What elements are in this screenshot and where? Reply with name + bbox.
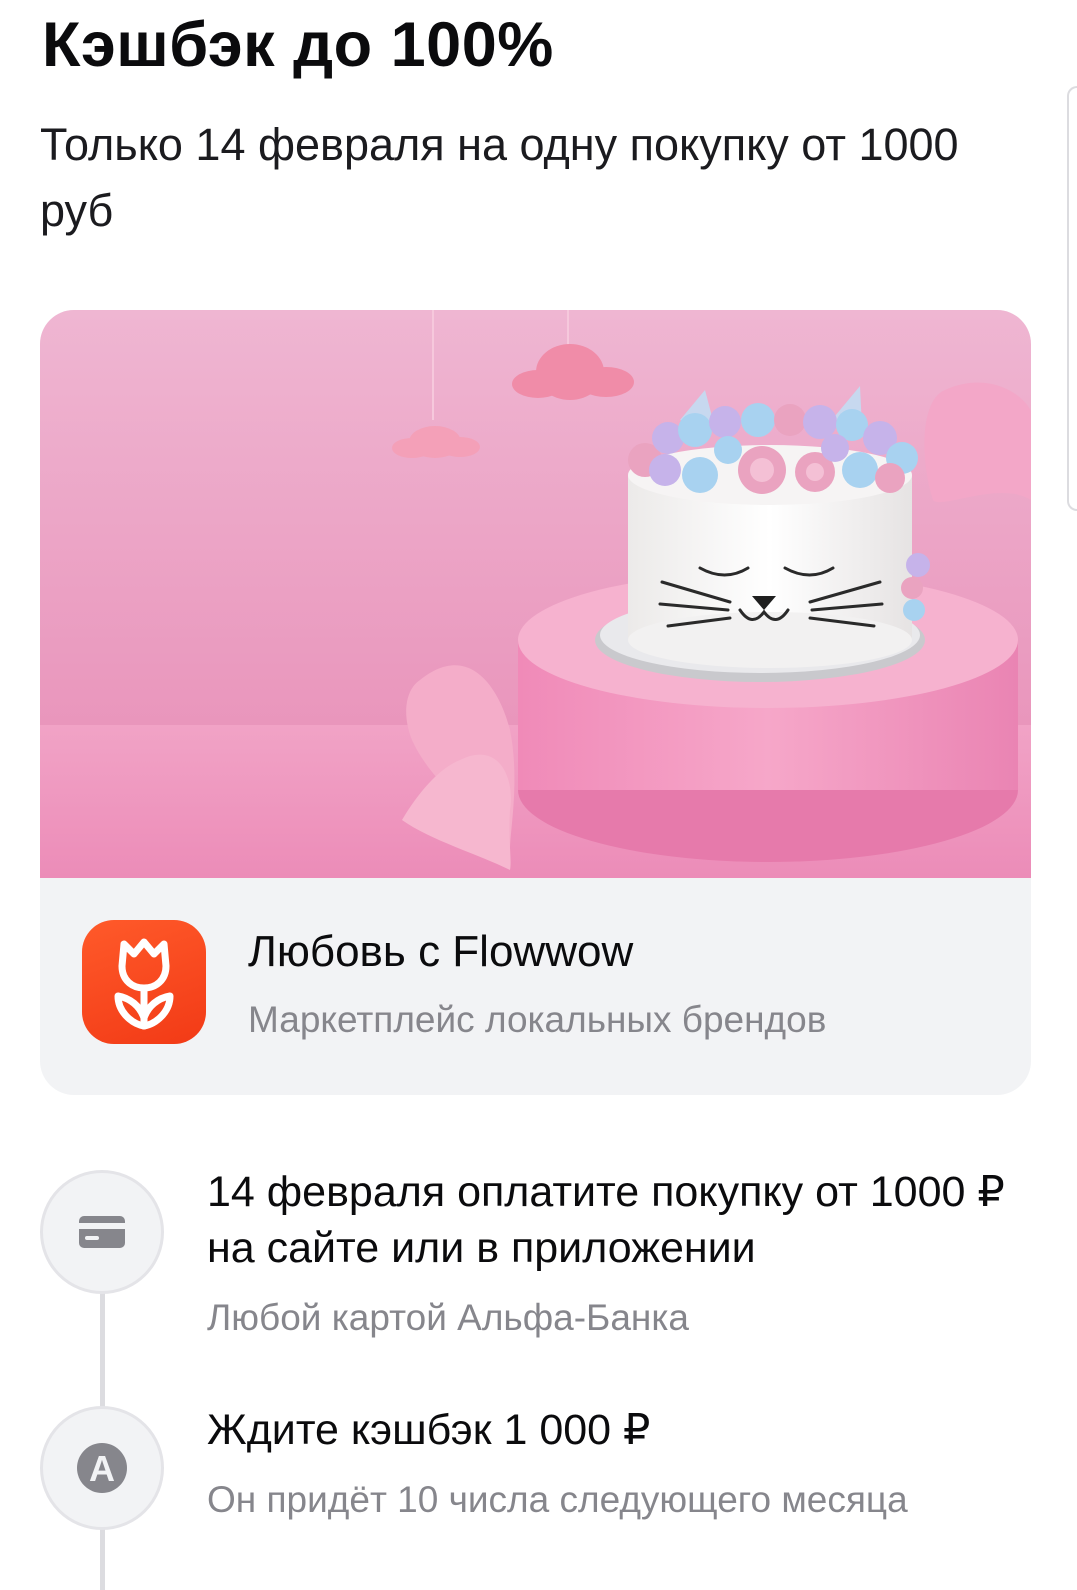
step-1-description: Любой картой Альфа-Банка <box>207 1297 689 1338</box>
promo-banner-image <box>40 310 1031 878</box>
page-subtitle: Только 14 февраля на одну покупку от 100… <box>40 119 959 236</box>
step-1-title: 14 февраля оплатите покупку от 1000 ₽ на… <box>207 1168 1005 1272</box>
merchant-description: Маркетплейс локальных брендов <box>248 999 827 1040</box>
cat-cake-illustration <box>40 310 1031 878</box>
card-icon <box>79 1216 125 1248</box>
alfa-letter-icon: А <box>77 1443 127 1493</box>
merchant-app-icon <box>82 920 206 1044</box>
promo-card[interactable]: Любовь с Flowwow Маркетплейс локальных б… <box>40 310 1031 1095</box>
merchant-info[interactable]: Любовь с Flowwow Маркетплейс локальных б… <box>40 878 1031 1095</box>
alfa-letter: А <box>89 1448 115 1489</box>
step-2-title: Ждите кэшбэк 1 000 ₽ <box>207 1406 651 1454</box>
step-2-description: Он придёт 10 числа следующего месяца <box>207 1479 908 1520</box>
merchant-name: Любовь с Flowwow <box>248 927 634 976</box>
tulip-icon <box>114 938 174 1030</box>
page-title: Кэшбэк до 100% <box>42 10 554 80</box>
step-2-icon-circle: А <box>40 1406 164 1530</box>
step-1-icon-circle <box>40 1170 164 1294</box>
scroll-indicator[interactable] <box>1067 86 1077 511</box>
